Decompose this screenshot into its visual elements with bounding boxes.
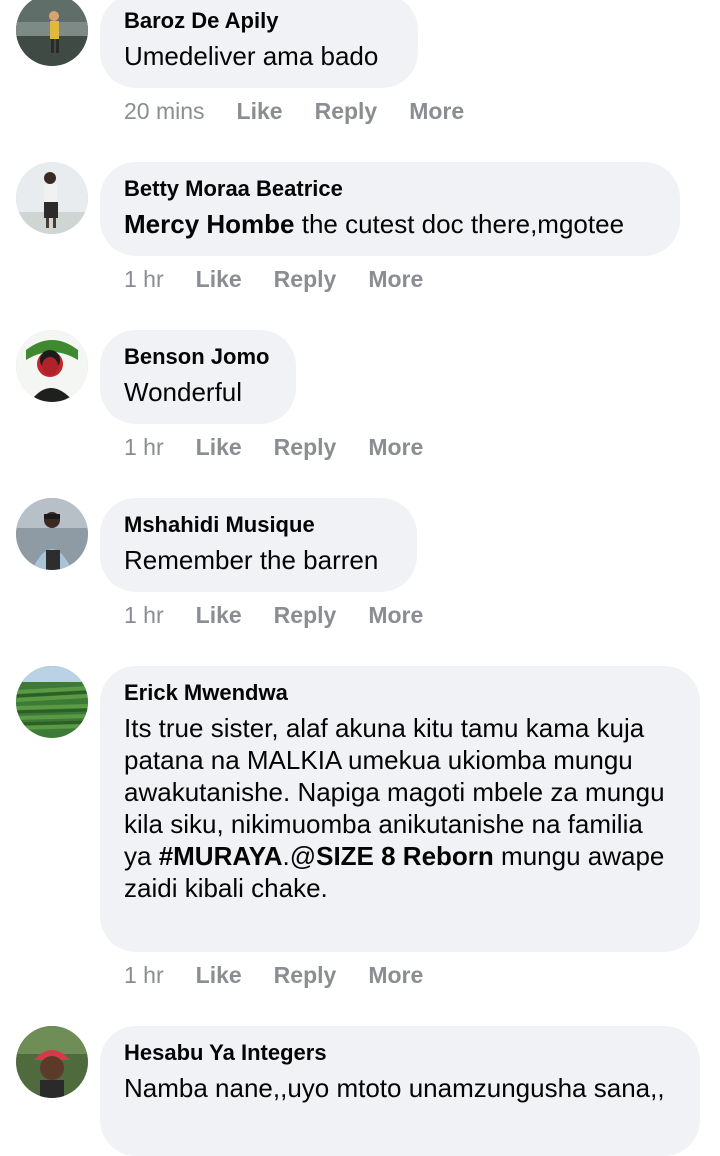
more-button[interactable]: More bbox=[368, 962, 423, 989]
like-button[interactable]: Like bbox=[237, 98, 283, 125]
comment-text: Remember the barren bbox=[124, 545, 379, 575]
comment-actions: 1 hr Like Reply More bbox=[124, 600, 455, 630]
comment-text-body: the cutest doc there,mgotee bbox=[294, 209, 625, 239]
comment-author[interactable]: Mshahidi Musique bbox=[124, 510, 393, 540]
comment-time[interactable]: 1 hr bbox=[124, 602, 164, 629]
comment-text: Umedeliver ama bado bbox=[124, 41, 379, 71]
comment-bubble: Erick Mwendwa Its true sister, alaf akun… bbox=[100, 666, 700, 952]
comment-text: Wonderful bbox=[124, 377, 243, 407]
avatar[interactable] bbox=[16, 162, 88, 234]
comment-actions: 1 hr Like Reply More bbox=[124, 264, 455, 294]
comment-author[interactable]: Baroz De Apily bbox=[124, 6, 394, 36]
reply-button[interactable]: Reply bbox=[274, 434, 337, 461]
like-button[interactable]: Like bbox=[196, 266, 242, 293]
avatar[interactable] bbox=[16, 1026, 88, 1098]
like-button[interactable]: Like bbox=[196, 434, 242, 461]
more-button[interactable]: More bbox=[368, 266, 423, 293]
comment-text: Its true sister, alaf akuna kitu tamu ka… bbox=[124, 712, 676, 904]
avatar-photo bbox=[16, 162, 88, 234]
avatar-photo bbox=[16, 1026, 88, 1098]
avatar[interactable] bbox=[16, 330, 88, 402]
reply-button[interactable]: Reply bbox=[274, 602, 337, 629]
reply-button[interactable]: Reply bbox=[274, 266, 337, 293]
comment-bubble: Benson Jomo Wonderful bbox=[100, 330, 296, 424]
comment-time[interactable]: 1 hr bbox=[124, 434, 164, 461]
avatar[interactable] bbox=[16, 498, 88, 570]
comment-author[interactable]: Erick Mwendwa bbox=[124, 678, 676, 708]
reply-button[interactable]: Reply bbox=[315, 98, 378, 125]
comment-time[interactable]: 1 hr bbox=[124, 962, 164, 989]
comment-mention[interactable]: Mercy Hombe bbox=[124, 209, 295, 239]
comment-author[interactable]: Betty Moraa Beatrice bbox=[124, 174, 656, 204]
comment-time[interactable]: 1 hr bbox=[124, 266, 164, 293]
like-button[interactable]: Like bbox=[196, 962, 242, 989]
avatar-photo bbox=[16, 0, 88, 66]
comment-actions: 20 mins Like Reply More bbox=[124, 96, 496, 126]
avatar[interactable] bbox=[16, 666, 88, 738]
comment-author[interactable]: Hesabu Ya Integers bbox=[124, 1038, 676, 1068]
comment-bubble: Mshahidi Musique Remember the barren bbox=[100, 498, 417, 592]
comment-actions: 1 hr Like Reply More bbox=[124, 960, 455, 990]
avatar-photo bbox=[16, 498, 88, 570]
more-button[interactable]: More bbox=[409, 98, 464, 125]
comment-bubble: Baroz De Apily Umedeliver ama bado bbox=[100, 0, 418, 88]
avatar-photo bbox=[16, 666, 88, 738]
avatar[interactable] bbox=[16, 0, 88, 66]
comment-text: Mercy Hombe the cutest doc there,mgotee bbox=[124, 208, 656, 240]
more-button[interactable]: More bbox=[368, 602, 423, 629]
reply-button[interactable]: Reply bbox=[274, 962, 337, 989]
more-button[interactable]: More bbox=[368, 434, 423, 461]
comment-time[interactable]: 20 mins bbox=[124, 98, 205, 125]
avatar-photo bbox=[16, 330, 88, 402]
like-button[interactable]: Like bbox=[196, 602, 242, 629]
comment-text-body: .@ bbox=[282, 841, 317, 871]
comment-bubble: Hesabu Ya Integers Namba nane,,uyo mtoto… bbox=[100, 1026, 700, 1156]
comment-author[interactable]: Benson Jomo bbox=[124, 342, 272, 372]
comment-bubble: Betty Moraa Beatrice Mercy Hombe the cut… bbox=[100, 162, 680, 256]
comment-mention[interactable]: SIZE 8 Reborn bbox=[316, 841, 494, 871]
comment-text: Namba nane,,uyo mtoto unamzungusha sana,… bbox=[124, 1073, 665, 1103]
comment-actions: 1 hr Like Reply More bbox=[124, 432, 455, 462]
comment-hashtag[interactable]: #MURAYA bbox=[159, 841, 283, 871]
